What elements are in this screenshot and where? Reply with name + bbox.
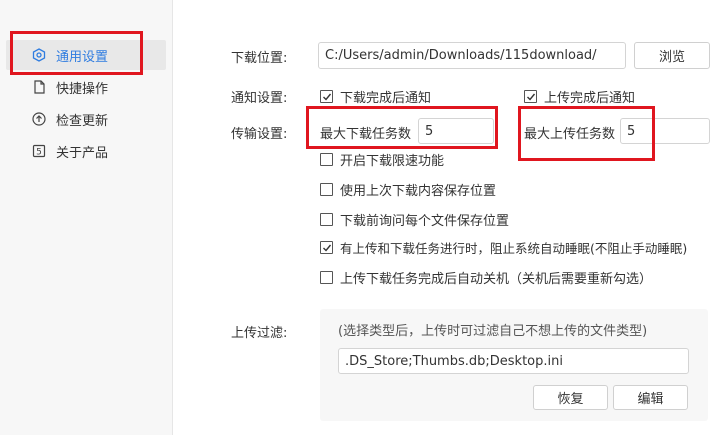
ask-location-checkbox[interactable]: 下载前询问每个文件保存位置 — [320, 210, 509, 229]
transfer-label: 传输设置: — [231, 127, 288, 142]
max-download-label: 最大下载任务数 — [320, 127, 412, 142]
document-icon — [32, 80, 46, 94]
sidebar-item-label: 通用设置 — [56, 49, 109, 65]
checkbox-box — [320, 271, 333, 284]
upload-filter-panel: (选择类型后，上传时可过滤自己不想上传的文件类型) .DS_Store;Thum… — [320, 309, 708, 421]
checkbox-label: 使用上次下载内容保存位置 — [340, 184, 497, 199]
checkbox-label: 开启下载限速功能 — [340, 154, 445, 169]
upload-filter-hint: (选择类型后，上传时可过滤自己不想上传的文件类型) — [338, 324, 648, 339]
arrow-up-circle-icon — [32, 112, 46, 126]
svg-text:5: 5 — [36, 148, 42, 158]
notification-label: 通知设置: — [231, 91, 288, 106]
sidebar: 通用设置 快捷操作 检查更新 5 关于产品 — [0, 0, 173, 435]
sidebar-item-general-settings[interactable]: 通用设置 — [6, 40, 166, 70]
box-s-icon: 5 — [32, 144, 46, 158]
upload-filter-field[interactable]: .DS_Store;Thumbs.db;Desktop.ini — [338, 348, 689, 374]
checkbox-label: 上传完成后通知 — [544, 91, 636, 106]
sidebar-item-check-update[interactable]: 检查更新 — [6, 104, 166, 134]
sidebar-item-label: 检查更新 — [56, 113, 109, 129]
restore-button[interactable]: 恢复 — [533, 385, 608, 410]
browse-button[interactable]: 浏览 — [634, 42, 710, 69]
checkbox-label: 下载前询问每个文件保存位置 — [340, 214, 510, 229]
checkbox-box — [320, 90, 333, 103]
checkbox-label: 上传下载任务完成后自动关机（关机后需要重新勾选） — [340, 272, 653, 287]
upload-filter-label: 上传过滤: — [231, 326, 288, 341]
checkbox-box — [320, 153, 333, 166]
checkbox-label: 下载完成后通知 — [340, 91, 432, 106]
speed-limit-checkbox[interactable]: 开启下载限速功能 — [320, 150, 444, 169]
max-download-input[interactable]: 5 — [418, 118, 494, 144]
checkbox-box — [320, 213, 333, 226]
max-upload-label: 最大上传任务数 — [524, 127, 616, 142]
sidebar-item-shortcuts[interactable]: 快捷操作 — [6, 72, 166, 102]
download-path-field[interactable]: C:/Users/admin/Downloads/115download/ — [318, 42, 626, 69]
max-upload-input[interactable]: 5 — [620, 118, 710, 144]
sidebar-item-label: 关于产品 — [56, 145, 109, 161]
hexagon-settings-icon — [32, 48, 46, 62]
last-location-checkbox[interactable]: 使用上次下载内容保存位置 — [320, 180, 496, 199]
sidebar-item-label: 快捷操作 — [56, 81, 109, 97]
checkbox-box — [524, 90, 537, 103]
edit-button[interactable]: 编辑 — [613, 385, 688, 410]
sidebar-item-about[interactable]: 5 关于产品 — [6, 136, 166, 166]
download-complete-checkbox[interactable]: 下载完成后通知 — [320, 87, 431, 106]
auto-shutdown-checkbox[interactable]: 上传下载任务完成后自动关机（关机后需要重新勾选） — [320, 268, 652, 287]
prevent-sleep-checkbox[interactable]: 有上传和下载任务进行时，阻止系统自动睡眠(不阻止手动睡眠) — [320, 238, 687, 257]
upload-complete-checkbox[interactable]: 上传完成后通知 — [524, 87, 635, 106]
download-location-label: 下载位置: — [231, 51, 288, 66]
checkbox-box — [320, 241, 333, 254]
checkbox-label: 有上传和下载任务进行时，阻止系统自动睡眠(不阻止手动睡眠) — [340, 241, 688, 256]
checkbox-box — [320, 183, 333, 196]
